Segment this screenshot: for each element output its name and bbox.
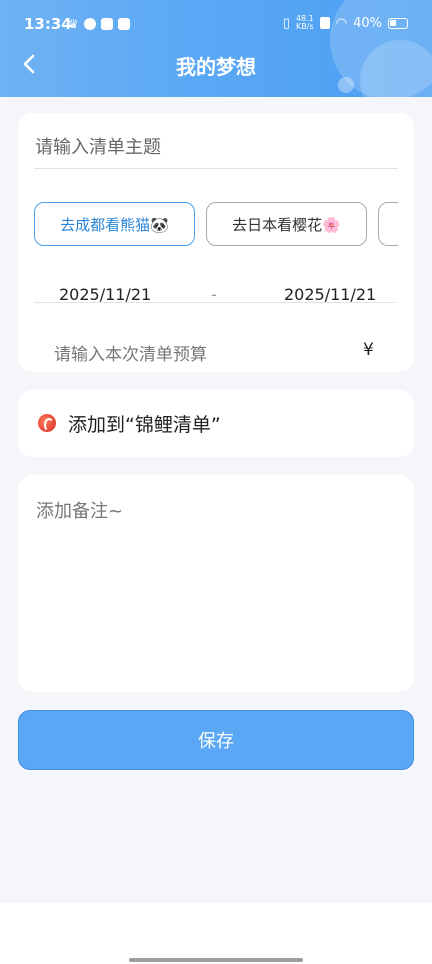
theme-chip-row[interactable]: 去成都看熊猫🐼 去日本看樱花🌸 (34, 202, 398, 250)
network-speed-unit: KB/s (296, 22, 314, 31)
check-badge-icon (83, 18, 96, 30)
divider (34, 168, 398, 169)
system-indicators: ▯ 48.1 KB/s ◠ 40% (283, 15, 408, 31)
sim-icon (319, 17, 330, 29)
divider (34, 302, 396, 303)
plan-form-card: 请输入清单主题 去成都看熊猫🐼 去日本看樱花🌸 2025/11/21 - 202… (18, 113, 414, 372)
save-button[interactable]: 保存 (18, 710, 414, 770)
note-card: 添加备注~ (18, 475, 414, 692)
subject-input[interactable]: 请输入清单主题 (35, 133, 161, 159)
page-title: 我的梦想 (176, 55, 256, 79)
currency-symbol: ¥ (363, 340, 374, 360)
chip-more[interactable] (378, 202, 398, 246)
battery-level: 40% (353, 15, 382, 31)
chip-japan-sakura[interactable]: 去日本看樱花🌸 (206, 202, 367, 246)
status-time: 13:34 (24, 15, 72, 33)
note-textarea[interactable]: 添加备注~ (36, 497, 123, 523)
crown-icon: ♛ (68, 17, 79, 31)
app-header: 13:34 ♛ ▯ 48.1 KB/s ◠ 40% 我的梦想 (0, 0, 432, 97)
gesture-bar[interactable] (129, 958, 303, 962)
chip-chengdu-panda[interactable]: 去成都看熊猫🐼 (34, 202, 195, 246)
notification-icons: ♛ (68, 17, 130, 31)
wifi-icon: ◠ (335, 15, 348, 31)
play-app-icon (100, 18, 113, 30)
budget-input[interactable]: 请输入本次清单预算 (54, 340, 207, 365)
koi-list-label: 添加到“锦鲤清单” (68, 414, 221, 436)
koi-icon (38, 414, 56, 432)
page-content: 请输入清单主题 去成都看熊猫🐼 去日本看樱花🌸 2025/11/21 - 202… (0, 97, 432, 903)
status-bar: 13:34 ♛ ▯ 48.1 KB/s ◠ 40% (0, 0, 432, 50)
battery-icon (388, 17, 408, 29)
network-speed: 48.1 KB/s (296, 15, 314, 31)
vibrate-icon: ▯ (282, 15, 290, 31)
mail-app-icon (117, 18, 130, 30)
koi-list-option[interactable]: 添加到“锦鲤清单” (18, 390, 414, 457)
